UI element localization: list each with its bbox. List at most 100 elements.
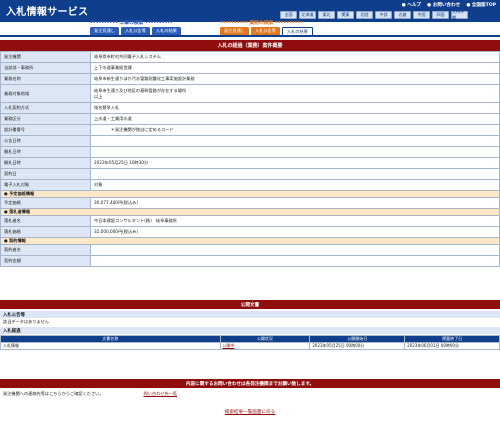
- field-value: 2023年05月25日 10時30分: [90, 157, 500, 169]
- field-label: 設計書番号: [0, 124, 91, 136]
- column-header: 文書名称: [0, 335, 221, 343]
- field-value: 32,000,000円(税込み): [90, 226, 500, 238]
- field-value: 岐阜市生通り及び地区の基幹管路が存在する場所 以上: [90, 84, 500, 103]
- table-row: 当該部・事務所 上下水道事業経営課: [0, 62, 500, 74]
- document-end-date: 2023年06月01日 00時00分: [404, 342, 500, 350]
- public-documents-title: 公開文書: [0, 300, 500, 309]
- case-summary-title: 入札の経過（業務）案件概要: [0, 40, 500, 51]
- table-row: 業務対象地域 岐阜市生通り及び地区の基幹管路が存在する場所 以上: [0, 84, 500, 103]
- dots-decoration: ••••••••••: [145, 21, 173, 26]
- document-name: 入札情報: [0, 342, 221, 350]
- results-heading: 入札経過: [0, 327, 500, 334]
- table-row: 設計書番号 ＊発注機関が独自に定めるコード: [0, 124, 500, 136]
- field-label: 電子入札対象: [0, 179, 91, 191]
- tab-construction-notices[interactable]: 入札公告等: [120, 27, 150, 35]
- section-row: ● 落札者情報: [0, 208, 500, 216]
- field-label: 予定価格: [0, 197, 91, 209]
- contact-list-link[interactable]: 問い合わせ先一覧: [144, 391, 178, 397]
- field-value: 指名競争入札: [90, 102, 500, 114]
- field-value: 上水道・工業用水道: [90, 113, 500, 125]
- document-start-date: 2023年05月25日 00時00分: [309, 342, 406, 350]
- field-value: 30,077,400円(税込み): [90, 197, 500, 209]
- field-value: ＊発注機関が独自に定めるコード: [90, 124, 500, 136]
- section-label: ● 契約情報: [0, 237, 500, 245]
- contact-text: 発注機関への連絡先等はこちらからご確認ください。: [3, 390, 104, 396]
- field-label: 契約金額: [0, 255, 91, 267]
- table-row: 契約日: [0, 168, 500, 180]
- table-row: 落札者名 中日本建設コンサルタント(株) 岐阜事務所: [0, 215, 500, 227]
- table-row: 予定価格 30,077,400円(税込み): [0, 197, 500, 209]
- field-value: 中日本建設コンサルタント(株) 岐阜事務所: [90, 215, 500, 227]
- column-header: 公開開始日: [309, 335, 406, 343]
- field-label: 落札者名: [0, 215, 91, 227]
- field-value: [90, 244, 500, 256]
- top-links: ● ヘルプ ● お問い合わせ ● 全国版TOP: [402, 2, 496, 8]
- table-row: 電子入札対象 対象: [0, 179, 500, 191]
- notice-heading: 入札公告等: [0, 311, 500, 318]
- column-header: 公開状況: [219, 335, 311, 343]
- field-value: [90, 168, 500, 180]
- table-row: 業務区分 上水道・工業用水道: [0, 113, 500, 125]
- case-summary-table: 発注機関 岐阜県市町村共同電子入札システム 当該部・事務所 上下水道事業経営課 業務名称…: [0, 51, 500, 267]
- category-divider: [0, 35, 500, 37]
- section-label: ● 落札者情報: [0, 208, 500, 216]
- section-row: ● 予定価格情報: [0, 190, 500, 198]
- contact-title: 内容に関するお問い合わせは各発注機関までお願い致します。: [0, 379, 500, 388]
- tab-service-outlook[interactable]: 発注見通し: [220, 27, 249, 35]
- field-value: [90, 255, 500, 267]
- tab-service-notices[interactable]: 入札公告等: [250, 27, 280, 35]
- field-label: 契約日: [0, 168, 91, 180]
- section-label: ● 予定価格情報: [0, 190, 500, 198]
- table-row: 開札日時 2023年05月25日 10時30分: [0, 157, 500, 169]
- table-row: 契約金額: [0, 255, 500, 267]
- column-header: 掲載終了日: [404, 335, 500, 343]
- field-value: [90, 146, 500, 158]
- national-top-link[interactable]: ● 全国版TOP: [466, 2, 496, 8]
- field-label: 開札日時: [0, 157, 91, 169]
- field-label: 業務区分: [0, 113, 91, 125]
- back-to-results-link[interactable]: 検索結果一覧画面に戻る: [0, 409, 500, 415]
- field-label: 公告日時: [0, 135, 91, 147]
- tab-construction-outlook[interactable]: 発注見通し: [90, 27, 119, 35]
- table-row: 落札価格 32,000,000円(税込み): [0, 226, 500, 238]
- construction-search-title: 工事の検索: [119, 21, 144, 26]
- section-row: ● 契約情報: [0, 237, 500, 245]
- help-link[interactable]: ● ヘルプ: [402, 2, 421, 8]
- field-label: 発注機関: [0, 51, 91, 63]
- table-row: 開札日時: [0, 146, 500, 158]
- contact-section: 内容に関するお問い合わせは各発注機関までお願い致します。 発注機関への連絡先等は…: [0, 379, 500, 399]
- field-value: 上下水道事業経営課: [90, 62, 500, 74]
- table-row: 入札情報 公開中 2023年05月25日 00時00分 2023年06月01日 …: [0, 342, 500, 350]
- document-status-link[interactable]: 公開中: [219, 342, 311, 350]
- tab-construction-results[interactable]: 入札の結果: [151, 27, 181, 35]
- documents-table-header: 文書名称 公開状況 公開開始日 掲載終了日: [0, 335, 500, 343]
- field-value: 岐阜県市町村共同電子入札システム: [90, 51, 500, 63]
- table-row: 発注機関 岐阜県市町村共同電子入札システム: [0, 51, 500, 63]
- table-row: 公告日時: [0, 135, 500, 147]
- field-label: 業務名称: [0, 73, 91, 85]
- field-label: 業務対象地域: [0, 84, 91, 103]
- field-label: 当該部・事務所: [0, 62, 91, 74]
- documents-table: 文書名称 公開状況 公開開始日 掲載終了日 入札情報 公開中 2023年05月2…: [0, 335, 500, 350]
- app-title: 入札情報サービス: [6, 7, 89, 18]
- table-row: 業務名称 岐阜市新生通りほか汚水管路耐震化工事実施設計業務: [0, 73, 500, 85]
- notice-empty-text: 該当データはありません: [3, 318, 49, 324]
- field-value: [90, 135, 500, 147]
- field-value: 対象: [90, 179, 500, 191]
- service-search-title: 業務の検索: [249, 21, 274, 26]
- public-documents: 公開文書 入札公告等 該当データはありません 入札経過 文書名称 公開状況 公開…: [0, 300, 500, 350]
- field-label: 落札価格: [0, 226, 91, 238]
- dots-decoration: ••••••••••: [220, 21, 248, 26]
- case-summary: 入札の経過（業務）案件概要 発注機関 岐阜県市町村共同電子入札システム 当該部・事務…: [0, 40, 500, 267]
- dots-decoration: ••••••••••: [275, 21, 303, 26]
- field-label: 開札日時: [0, 146, 91, 158]
- field-label: 入札契約方式: [0, 102, 91, 114]
- field-value: 岐阜市新生通りほか汚水管路耐震化工事実施設計業務: [90, 73, 500, 85]
- field-label: 契約者名: [0, 244, 91, 256]
- contact-link[interactable]: ● お問い合わせ: [427, 2, 460, 8]
- tab-service-results[interactable]: 入札の結果: [281, 27, 313, 35]
- table-row: 契約者名: [0, 244, 500, 256]
- dots-decoration: ••••••••••: [90, 21, 118, 26]
- table-row: 入札契約方式 指名競争入札: [0, 102, 500, 114]
- category-bar: •••••••••• 工事の検索 •••••••••• 発注見通し 入札公告等 …: [0, 18, 500, 36]
